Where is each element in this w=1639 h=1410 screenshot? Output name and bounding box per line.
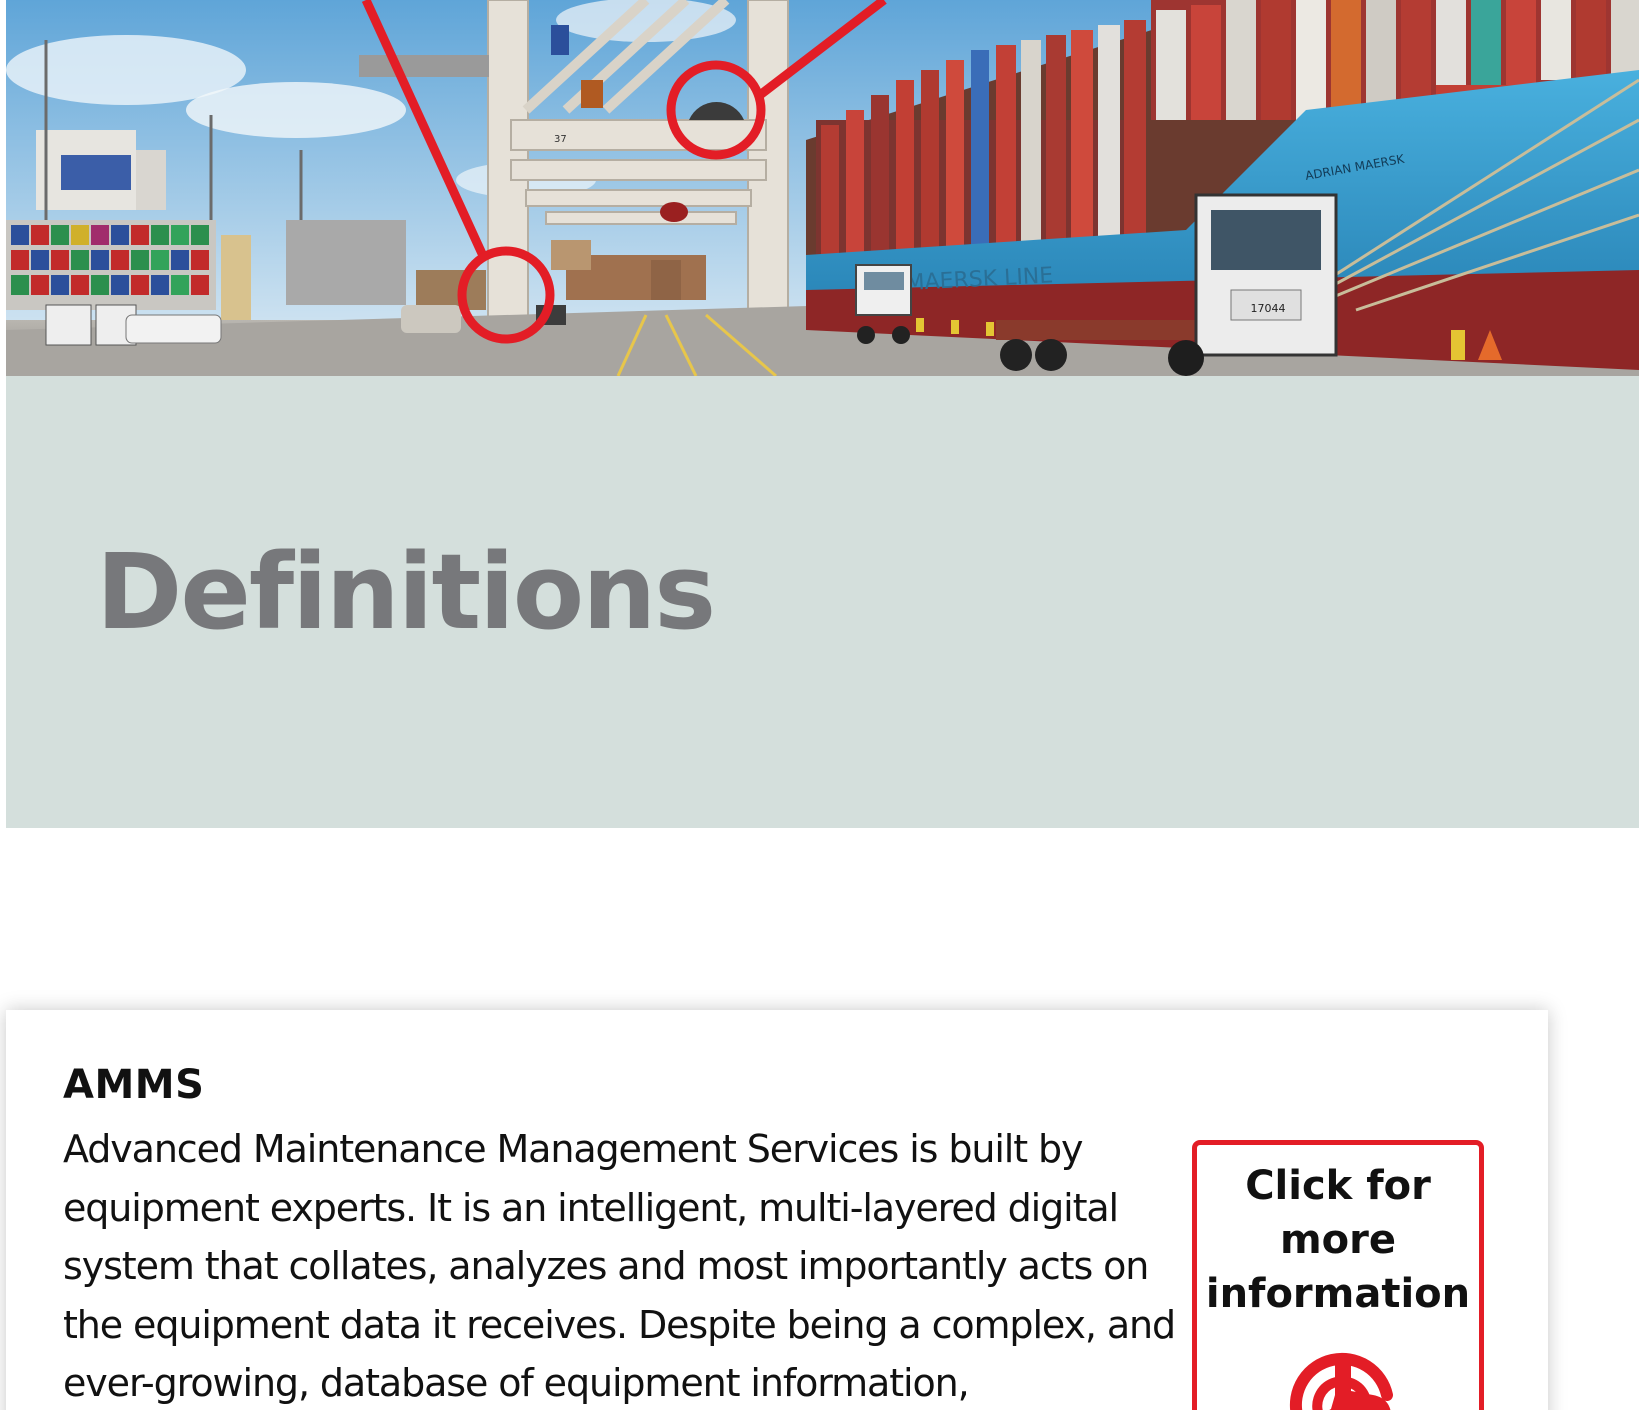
more-information-button[interactable]: Click for more information bbox=[1192, 1140, 1484, 1410]
port-crane-photo: 37 MAERSK LINE ADRIAN MAERSK 17044 bbox=[6, 0, 1639, 376]
more-information-label: Click for more information bbox=[1205, 1163, 1471, 1317]
definition-card: AMMS Advanced Maintenance Management Ser… bbox=[6, 1010, 1548, 1410]
svg-text:37: 37 bbox=[554, 134, 567, 145]
definition-text: Advanced Maintenance Management Services… bbox=[63, 1127, 1176, 1405]
hero-image: 37 MAERSK LINE ADRIAN MAERSK 17044 bbox=[6, 0, 1639, 376]
definition-term: AMMS bbox=[63, 1062, 205, 1108]
page-title: Definitions bbox=[96, 531, 716, 653]
svg-text:17044: 17044 bbox=[1251, 302, 1286, 315]
tap-hand-icon bbox=[1289, 1352, 1393, 1410]
page: 37 MAERSK LINE ADRIAN MAERSK 17044 Defin… bbox=[0, 0, 1639, 1410]
